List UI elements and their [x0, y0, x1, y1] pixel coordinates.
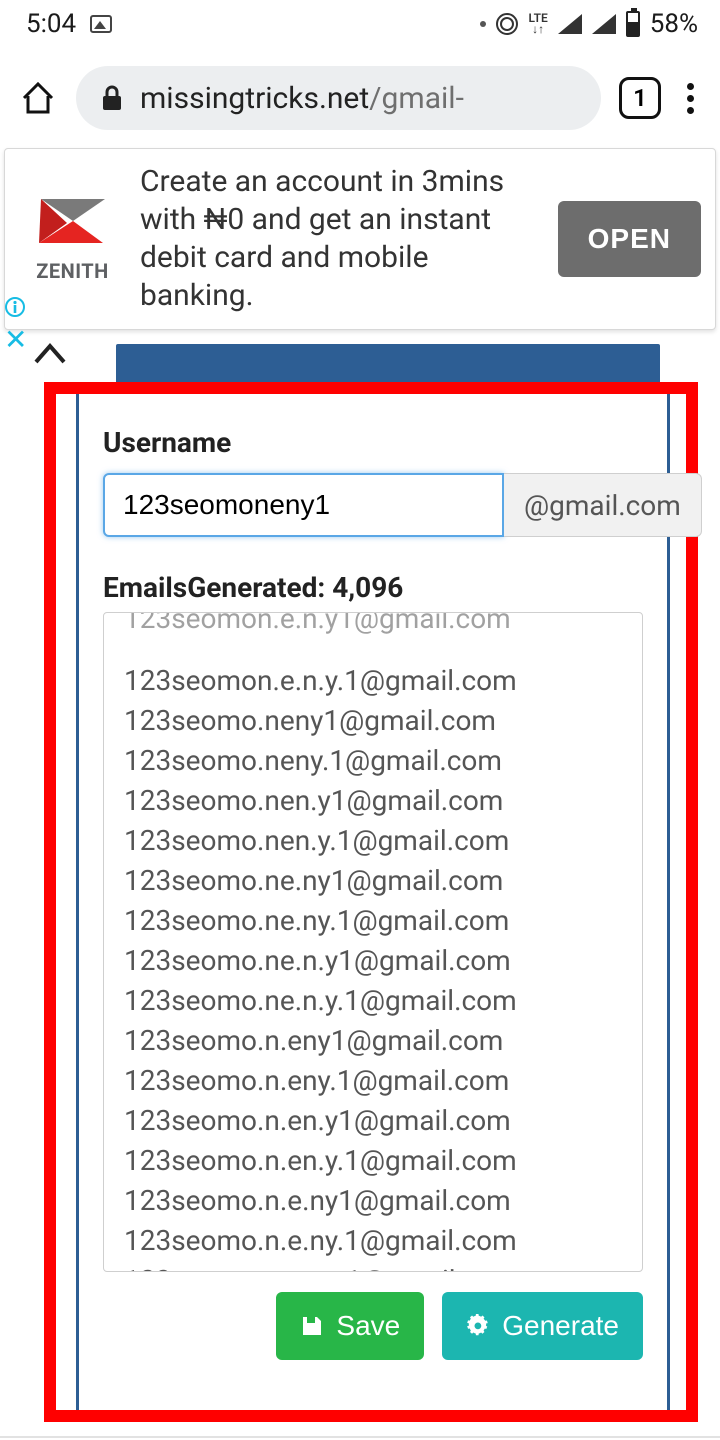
generated-count-value: 4,096 — [332, 571, 403, 604]
dot-indicator-icon — [480, 21, 486, 27]
list-item: 123seomo.n.eny1@gmail.com — [124, 1021, 622, 1061]
list-item: 123seomo.n.en.y1@gmail.com — [124, 1101, 622, 1141]
browser-toolbar: missingtricks.net/gmail- 1 — [0, 48, 720, 148]
ad-card[interactable]: ZENITH Create an account in 3mins with ₦… — [4, 148, 716, 330]
battery-icon — [626, 11, 640, 37]
list-item: 123seomo.ne.n.y1@gmail.com — [124, 941, 622, 981]
list-item: 123seomo.nen.y.1@gmail.com — [124, 821, 622, 861]
hotspot-icon — [496, 13, 518, 35]
page-bottom-divider — [0, 1436, 720, 1438]
collapse-chevron-icon[interactable] — [30, 334, 70, 374]
status-left-group: 5:04 — [26, 9, 112, 39]
page-header-bar — [116, 344, 660, 386]
url-text: missingtricks.net/gmail- — [140, 81, 464, 116]
highlight-frame: Username @gmail.com EmailsGenerated: 4,0… — [44, 382, 698, 1422]
tabs-button[interactable]: 1 — [619, 77, 661, 119]
save-button-label: Save — [336, 1310, 400, 1342]
list-item: 123seomo.n.e.ny1@gmail.com — [124, 1181, 622, 1221]
lock-icon — [100, 84, 124, 112]
list-item: 123seomo.n.eny.1@gmail.com — [124, 1061, 622, 1101]
list-item: 123seomo.neny1@gmail.com — [124, 701, 622, 741]
status-time: 5:04 — [26, 9, 76, 39]
list-item: 123seomo.neny.1@gmail.com — [124, 741, 622, 781]
generate-button-label: Generate — [502, 1310, 619, 1342]
save-button[interactable]: Save — [276, 1292, 424, 1360]
generated-emails-list[interactable]: 123seomon.e.n.y1@gmail.com 123seomon.e.n… — [103, 612, 643, 1272]
domain-suffix-badge: @gmail.com — [504, 473, 702, 537]
save-icon — [300, 1314, 324, 1338]
list-item: 123seomo.nen.y1@gmail.com — [124, 781, 622, 821]
list-item: 123seomo.n.e.ny.1@gmail.com — [124, 1221, 622, 1261]
generate-button[interactable]: Generate — [442, 1292, 643, 1360]
list-item: 123seomo.n.e.n.y1@gmail.com — [124, 1261, 622, 1272]
list-item: 123seomon.e.n.y.1@gmail.com — [124, 661, 622, 701]
action-buttons-row: Save Generate — [103, 1292, 643, 1360]
username-input-row: @gmail.com — [103, 473, 643, 537]
list-item: 123seomo.ne.n.y.1@gmail.com — [124, 981, 622, 1021]
image-notification-icon — [90, 15, 112, 33]
android-status-bar: 5:04 LTE ↓↑ 58% — [0, 0, 720, 48]
generated-count-label: EmailsGenerated: — [103, 571, 332, 604]
zenith-logo-icon — [33, 195, 113, 259]
overflow-menu-button[interactable] — [679, 83, 702, 114]
url-host: missingtricks.net — [140, 81, 369, 116]
list-item: 123seomo.n.en.y.1@gmail.com — [124, 1141, 622, 1181]
omnibox[interactable]: missingtricks.net/gmail- — [76, 66, 601, 130]
lte-indicator-icon: LTE ↓↑ — [528, 13, 547, 35]
signal-icon-1 — [558, 14, 582, 34]
ad-brand-text: ZENITH — [36, 259, 109, 283]
ad-logo: ZENITH — [15, 195, 130, 283]
status-right-group: LTE ↓↑ 58% — [480, 9, 698, 39]
gear-icon — [466, 1314, 490, 1338]
url-path: /gmail- — [369, 81, 464, 116]
list-item: 123seomo.ne.ny.1@gmail.com — [124, 901, 622, 941]
battery-percent: 58% — [650, 9, 698, 39]
list-item: 123seomon.e.n.y1@gmail.com — [124, 612, 622, 639]
list-item: 123seomo.ne.ny1@gmail.com — [124, 861, 622, 901]
ad-close-icon[interactable]: ✕ — [4, 323, 27, 356]
generated-count-line: EmailsGenerated: 4,096 — [103, 571, 643, 604]
lte-arrows-icon: ↓↑ — [532, 24, 544, 35]
signal-icon-2 — [592, 14, 616, 34]
ad-info-icon[interactable] — [4, 296, 26, 322]
ad-open-button[interactable]: OPEN — [558, 201, 701, 277]
ad-container: ZENITH Create an account in 3mins with ₦… — [0, 148, 720, 330]
username-input[interactable] — [103, 473, 504, 537]
generator-panel: Username @gmail.com EmailsGenerated: 4,0… — [76, 394, 670, 1410]
username-label: Username — [103, 426, 643, 459]
tab-count: 1 — [633, 84, 647, 112]
ad-copy-text: Create an account in 3mins with ₦0 and g… — [140, 163, 548, 315]
home-icon[interactable] — [18, 78, 58, 118]
